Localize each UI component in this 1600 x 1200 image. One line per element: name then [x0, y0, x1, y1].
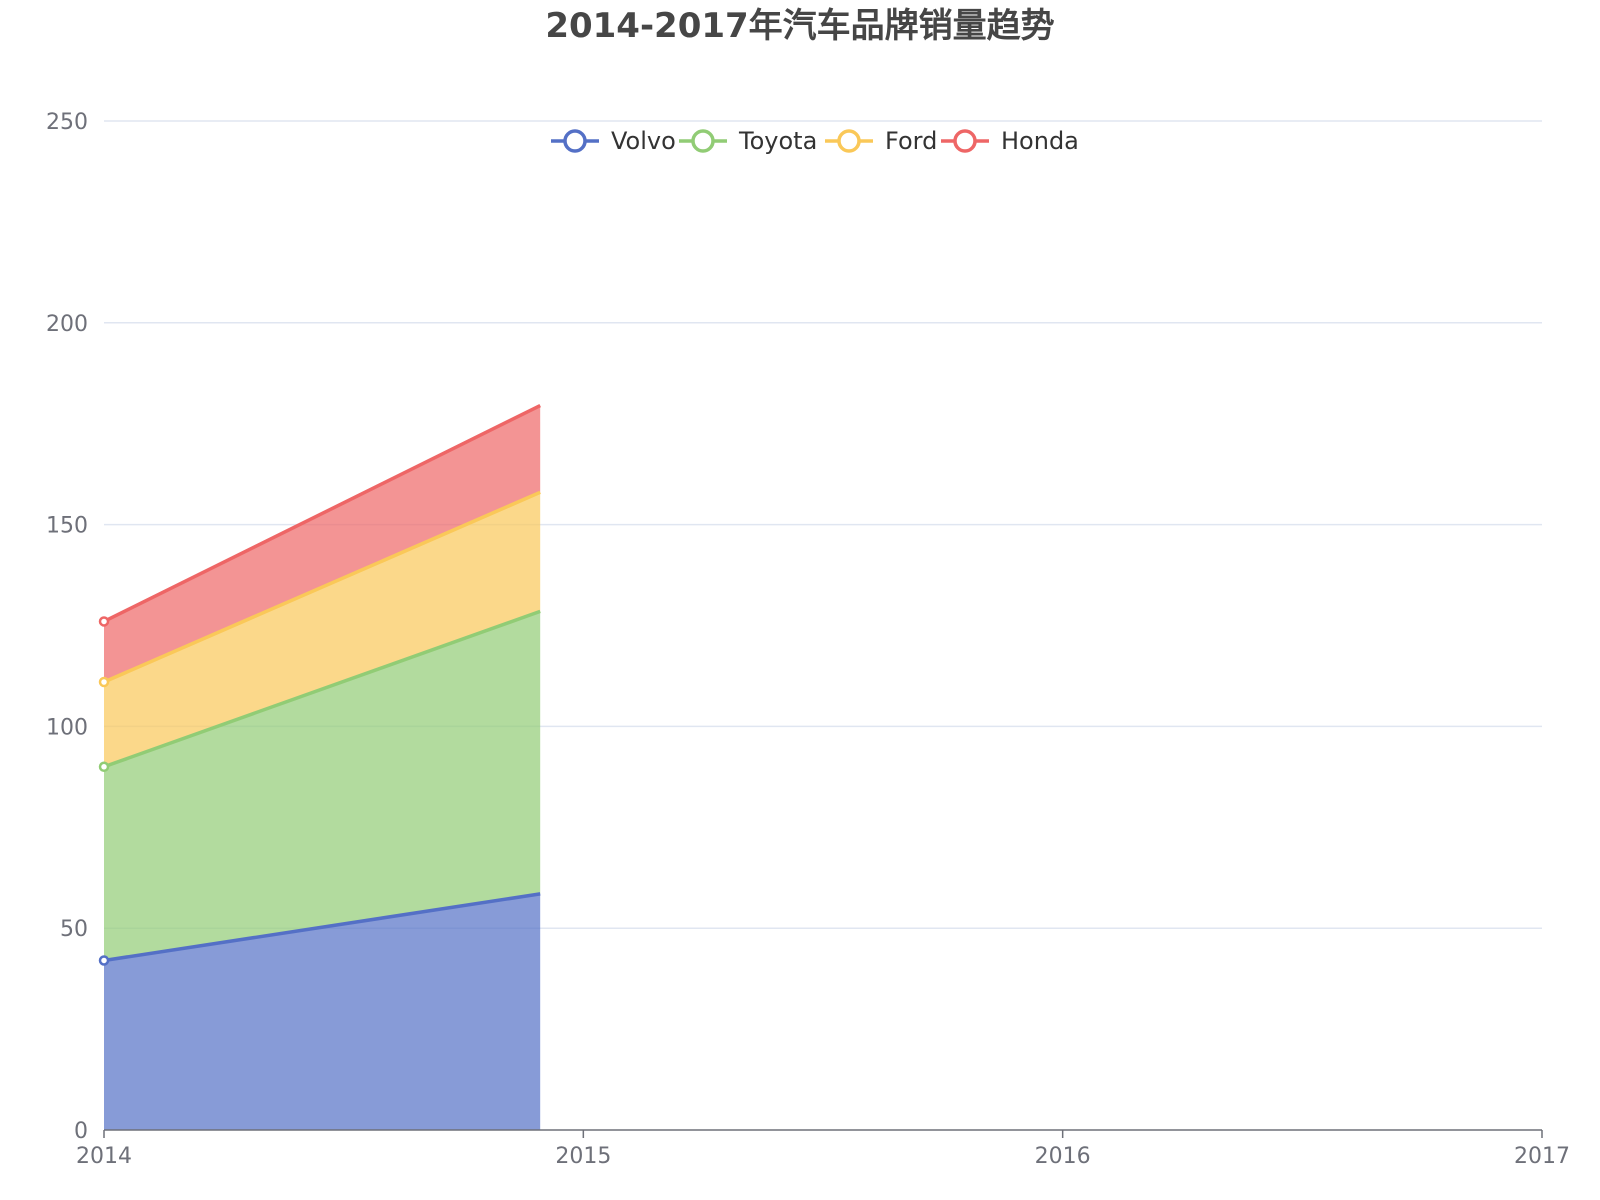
stacked-area-chart: 0 50 100 150 200 250 2014 2015 2016 2017 Volvo Toy… [46, 110, 1570, 1169]
legend-label-ford: Ford [885, 127, 937, 155]
y-tick-label-0: 0 [74, 1119, 88, 1144]
legend-marker-toyota [691, 129, 715, 153]
y-tick-label-50: 50 [60, 917, 88, 942]
x-tick-label-2014: 2014 [76, 1144, 132, 1169]
y-tick-label-150: 150 [46, 514, 88, 539]
legend-label-honda: Honda [1001, 127, 1079, 155]
legend-item-volvo[interactable]: Volvo [551, 127, 676, 155]
point-toyota-0[interactable] [98, 761, 110, 773]
y-tick-label-200: 200 [46, 312, 88, 337]
y-tick-label-250: 250 [46, 110, 88, 135]
x-tick-label-2017: 2017 [1514, 1144, 1570, 1169]
point-honda-0[interactable] [98, 616, 110, 627]
legend-item-toyota[interactable]: Toyota [679, 127, 817, 155]
legend-marker-ford [837, 129, 861, 153]
legend-label-volvo: Volvo [611, 127, 676, 155]
legend[interactable]: Volvo Toyota Ford Honda [551, 127, 1079, 155]
legend-item-ford[interactable]: Ford [825, 127, 937, 155]
x-tick-label-2016: 2016 [1035, 1144, 1091, 1169]
y-tick-label-100: 100 [46, 715, 88, 740]
point-ford-0[interactable] [98, 676, 110, 688]
x-tick-label-2015: 2015 [555, 1144, 611, 1169]
point-volvo-0[interactable] [98, 955, 110, 966]
legend-marker-volvo [563, 129, 587, 153]
legend-label-toyota: Toyota [738, 127, 817, 155]
legend-marker-honda [953, 129, 977, 153]
legend-item-honda[interactable]: Honda [941, 127, 1079, 155]
